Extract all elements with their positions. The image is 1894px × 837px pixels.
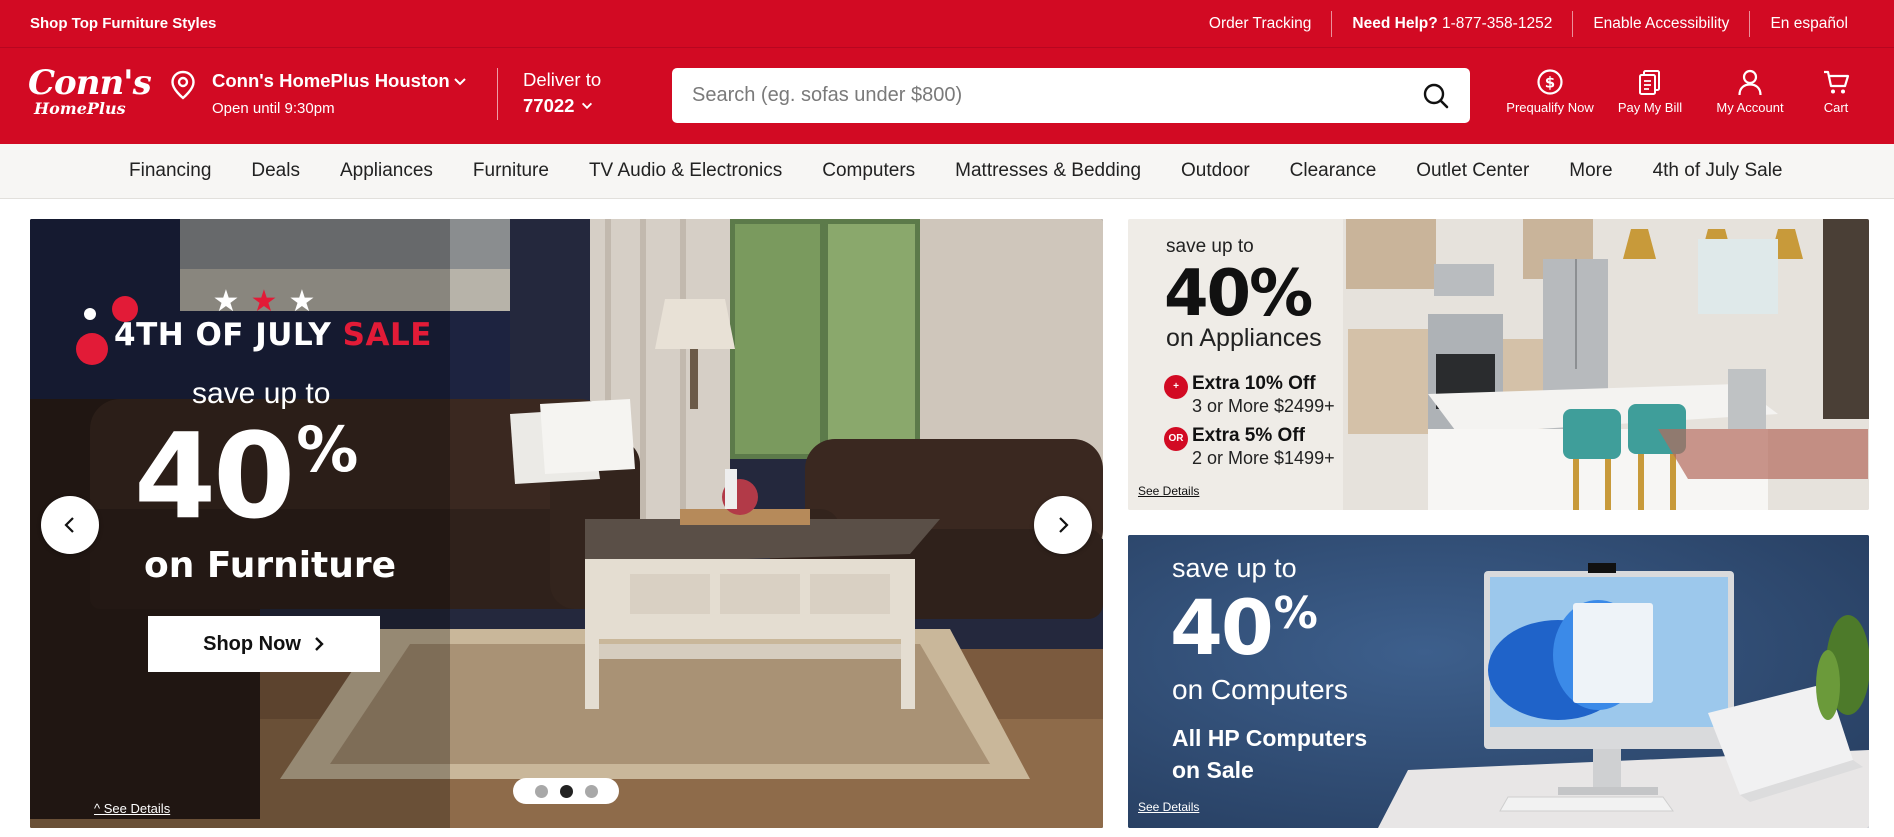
appliances-on-text: on Appliances: [1166, 324, 1322, 352]
appliances-percent: 40%: [1164, 257, 1313, 331]
hero-see-details-link[interactable]: ^ See Details: [94, 801, 170, 816]
computers-percent-symbol: %: [1273, 588, 1318, 639]
hero-save-up-to: save up to: [192, 377, 331, 410]
logo[interactable]: Conn's HomePlus: [28, 63, 152, 126]
hero-sale-red: SALE: [342, 317, 432, 353]
computers-on-text: on Computers: [1172, 674, 1348, 705]
chevron-right-icon: [315, 637, 324, 651]
search-input[interactable]: [692, 68, 1392, 123]
hp-line-1: All HP Computers: [1172, 725, 1368, 751]
nav-outlet-center[interactable]: Outlet Center: [1416, 160, 1529, 182]
need-help-label: Need Help?: [1352, 14, 1438, 32]
nav-financing[interactable]: Financing: [129, 160, 211, 182]
header-actions: $ Prequalify Now Pay My Bill My Account: [1500, 68, 1872, 115]
nav-tv-audio-electronics[interactable]: TV Audio & Electronics: [589, 160, 782, 182]
category-nav: Financing Deals Appliances Furniture TV …: [0, 144, 1894, 199]
phone-number: 1-877-358-1252: [1442, 14, 1553, 32]
svg-text:$: $: [1545, 74, 1555, 92]
offer-2-subtitle: 2 or More $1499+: [1192, 448, 1335, 468]
appliances-see-details-link[interactable]: See Details: [1138, 484, 1199, 498]
carousel-dot-2[interactable]: [559, 784, 573, 798]
nav-mattresses-bedding[interactable]: Mattresses & Bedding: [955, 160, 1141, 182]
chevron-down-icon: [454, 78, 466, 86]
hero-percent-value: 40: [134, 407, 295, 545]
nav-computers[interactable]: Computers: [822, 160, 915, 182]
or-badge-icon: OR: [1164, 427, 1188, 451]
search-box: [672, 68, 1470, 123]
store-hours: Open until 9:30pm: [212, 100, 335, 117]
computers-see-details-link[interactable]: See Details: [1138, 800, 1199, 814]
hero-on-furniture: on Furniture: [144, 545, 397, 586]
deliver-label: Deliver to: [523, 69, 602, 90]
pay-bill-button[interactable]: Pay My Bill: [1600, 68, 1700, 115]
language-link[interactable]: En español: [1749, 10, 1868, 37]
svg-text:★: ★: [213, 284, 240, 319]
computers-save-up-to: save up to: [1172, 553, 1297, 583]
zip-code: 77022: [523, 95, 601, 117]
bill-icon: [1639, 70, 1660, 95]
svg-text:★: ★: [251, 284, 278, 319]
carousel-next-button[interactable]: [1034, 496, 1092, 554]
my-account-button[interactable]: My Account: [1700, 68, 1800, 115]
hero-percent: 40%: [134, 407, 358, 545]
store-name: Conn's HomePlus Houston: [212, 70, 450, 91]
cart-icon: [1824, 70, 1850, 94]
shop-now-label: Shop Now: [203, 632, 301, 655]
my-account-label: My Account: [1716, 100, 1784, 115]
nav-more[interactable]: More: [1569, 160, 1612, 182]
chevron-right-icon: [1059, 517, 1069, 533]
nav-deals[interactable]: Deals: [251, 160, 300, 182]
computers-promo-banner[interactable]: save up to 40% on Computers All HP Compu…: [1128, 535, 1869, 828]
hero-carousel[interactable]: ★ ★ ★ 4TH OF JULY SALE save up to 40% on…: [30, 219, 1103, 828]
offer-1-subtitle: 3 or More $2499+: [1192, 396, 1335, 416]
nav-4th-of-july-sale[interactable]: 4th of July Sale: [1653, 160, 1783, 182]
prequalify-label: Prequalify Now: [1506, 100, 1594, 115]
hp-line-2: on Sale: [1172, 757, 1254, 783]
logo-conns: Conn's: [28, 63, 152, 103]
logo-homeplus: HomePlus: [34, 99, 126, 118]
need-help-link[interactable]: Need Help? 1-877-358-1252: [1331, 10, 1572, 37]
shop-now-button[interactable]: Shop Now: [148, 616, 380, 672]
hp-computers-text: All HP Computers on Sale: [1172, 722, 1412, 786]
carousel-prev-button[interactable]: [41, 496, 99, 554]
offer-1-title: Extra 10% Off: [1192, 373, 1316, 394]
cart-label: Cart: [1823, 100, 1849, 115]
dollar-coin-icon: $: [1537, 69, 1563, 95]
appliances-promo-banner[interactable]: save up to 40% on Appliances + Extra 10%…: [1128, 219, 1869, 510]
utility-links: Order Tracking Need Help? 1-877-358-1252…: [1189, 0, 1868, 47]
hero-sale-white: 4TH OF JULY: [114, 317, 332, 353]
computers-percent-value: 40: [1170, 583, 1274, 672]
offer-2-title: Extra 5% Off: [1192, 425, 1305, 446]
main-header: Conn's HomePlus Conn's HomePlus Houston …: [0, 47, 1894, 144]
utility-bar: Shop Top Furniture Styles Order Tracking…: [0, 0, 1894, 47]
svg-text:★: ★: [289, 284, 316, 319]
pay-bill-label: Pay My Bill: [1617, 100, 1683, 115]
search-icon[interactable]: [1422, 82, 1450, 110]
nav-appliances[interactable]: Appliances: [340, 160, 433, 182]
nav-furniture[interactable]: Furniture: [473, 160, 549, 182]
carousel-dot-1[interactable]: [534, 784, 548, 798]
carousel-dot-3[interactable]: [584, 784, 598, 798]
computers-percent: 40%: [1170, 583, 1318, 672]
appliances-save-up-to: save up to: [1166, 236, 1254, 257]
user-icon: [1738, 69, 1762, 96]
nav-clearance[interactable]: Clearance: [1290, 160, 1377, 182]
hero-percent-symbol: %: [296, 413, 359, 486]
accessibility-link[interactable]: Enable Accessibility: [1572, 10, 1749, 37]
prequalify-button[interactable]: $ Prequalify Now: [1500, 68, 1600, 115]
chevron-left-icon: [64, 517, 74, 533]
order-tracking-link[interactable]: Order Tracking: [1189, 11, 1332, 37]
plus-badge-icon: +: [1164, 375, 1188, 399]
carousel-dots: [513, 778, 619, 804]
location-pin-icon: [171, 70, 195, 100]
promo-link[interactable]: Shop Top Furniture Styles: [30, 15, 216, 32]
header-divider: [497, 68, 498, 120]
chevron-down-icon: [582, 102, 593, 110]
hero-sale-title: 4TH OF JULY SALE: [114, 317, 432, 353]
zip-value: 77022: [523, 95, 575, 116]
nav-outdoor[interactable]: Outdoor: [1181, 160, 1250, 182]
cart-button[interactable]: Cart: [1800, 68, 1872, 115]
deliver-to-selector[interactable]: Deliver to 77022: [523, 69, 601, 117]
